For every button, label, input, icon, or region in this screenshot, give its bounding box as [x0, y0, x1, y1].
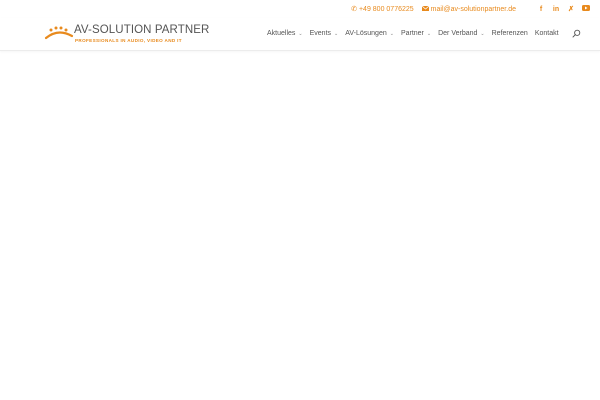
- top-bar: ✆ +49 800 0776225 mail@av-solutionpartne…: [351, 3, 590, 15]
- nav-item-av-loesungen[interactable]: AV-Lösungen ⌄: [345, 30, 394, 37]
- social-links: f in ✗: [530, 5, 590, 13]
- chevron-down-icon: ⌄: [334, 30, 339, 37]
- search-icon[interactable]: [572, 29, 581, 38]
- email-link[interactable]: mail@av-solutionpartner.de: [421, 5, 516, 13]
- nav-item-label: Aktuelles: [267, 30, 296, 37]
- nav-item-der-verband[interactable]: Der Verband ⌄: [438, 30, 485, 37]
- nav-item-label: Events: [309, 30, 332, 37]
- brand-tagline: PROFESSIONALS IN AUDIO, VIDEO AND IT: [75, 38, 182, 43]
- logo-mark-icon: [44, 26, 74, 40]
- email-address: mail@av-solutionpartner.de: [430, 5, 516, 13]
- email-icon: [421, 5, 429, 13]
- chevron-down-icon: ⌄: [480, 30, 485, 37]
- nav-item-label: Partner: [400, 30, 424, 37]
- phone-link[interactable]: ✆ +49 800 0776225: [351, 5, 414, 14]
- chevron-down-icon: ⌄: [426, 30, 432, 37]
- chevron-down-icon: ⌄: [298, 30, 303, 37]
- facebook-icon[interactable]: f: [537, 6, 545, 13]
- page: ✆ +49 800 0776225 mail@av-solutionpartne…: [0, 0, 600, 400]
- nav-item-label: AV-Lösungen: [345, 30, 387, 37]
- phone-number: +49 800 0776225: [358, 5, 414, 13]
- youtube-icon[interactable]: [582, 5, 590, 13]
- linkedin-icon[interactable]: in: [552, 6, 560, 13]
- nav-item-events[interactable]: Events ⌄: [310, 30, 339, 37]
- nav-item-label: Der Verband: [438, 30, 478, 37]
- brand-name: AV-SOLUTION PARTNER: [74, 24, 210, 36]
- phone-icon: ✆: [351, 6, 357, 13]
- main-nav: Aktuelles ⌄ Events ⌄ AV-Lösungen ⌄ Partn…: [267, 29, 581, 38]
- nav-item-label: Kontakt: [534, 30, 559, 37]
- nav-item-label: Referenzen: [491, 30, 528, 37]
- site-header: AV-SOLUTION PARTNER PROFESSIONALS IN AUD…: [0, 18, 600, 51]
- site-logo[interactable]: AV-SOLUTION PARTNER PROFESSIONALS IN AUD…: [44, 23, 209, 45]
- nav-item-referenzen[interactable]: Referenzen: [492, 30, 528, 37]
- xing-icon[interactable]: ✗: [567, 5, 575, 13]
- nav-item-kontakt[interactable]: Kontakt: [535, 30, 559, 37]
- nav-item-aktuelles[interactable]: Aktuelles ⌄: [267, 30, 303, 37]
- chevron-down-icon: ⌄: [389, 30, 394, 37]
- nav-item-partner[interactable]: Partner ⌄: [401, 30, 431, 37]
